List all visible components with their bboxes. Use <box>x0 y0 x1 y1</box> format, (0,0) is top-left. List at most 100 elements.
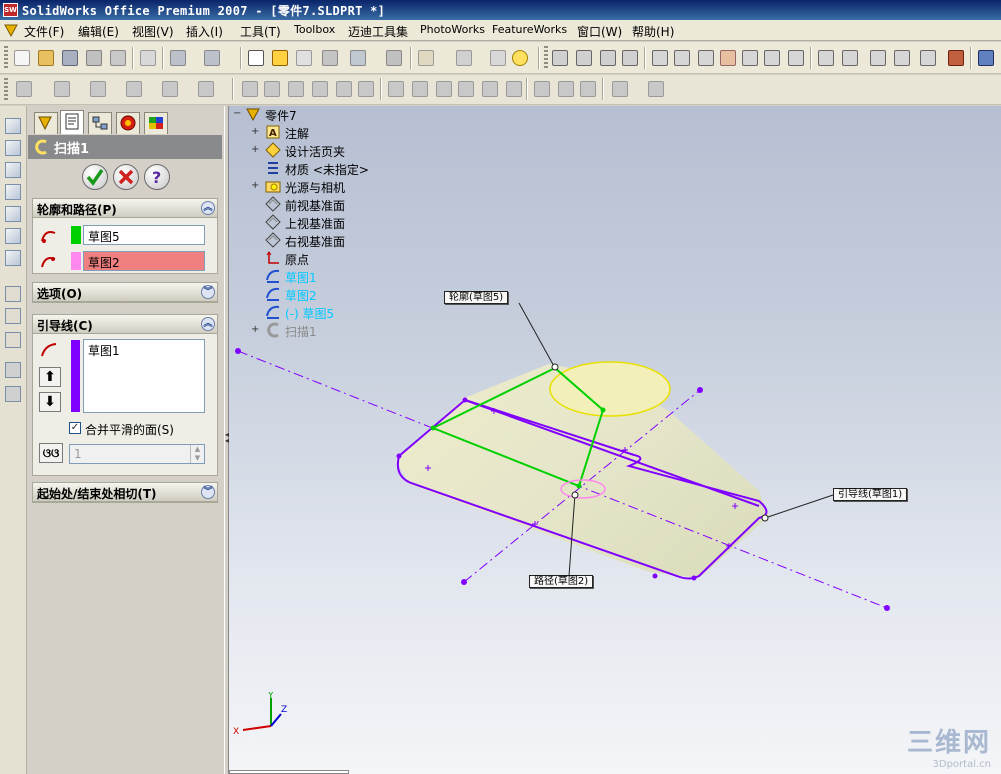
loft-icon[interactable] <box>126 81 142 97</box>
fillet-icon[interactable] <box>242 81 258 97</box>
save-icon[interactable] <box>62 50 78 66</box>
chain-icon[interactable] <box>894 50 910 66</box>
pin-icon[interactable] <box>698 50 714 66</box>
chevron-down-icon[interactable]: ︾ <box>201 285 215 299</box>
select-arrow-icon[interactable] <box>248 50 264 66</box>
shell-icon[interactable] <box>288 81 304 97</box>
tangency-header[interactable]: 起始处/结束处相切(T) ︾ <box>33 483 217 502</box>
print-icon[interactable] <box>86 50 102 66</box>
shaft-icon[interactable] <box>600 50 616 66</box>
menu-file[interactable]: 文件(F) <box>24 23 64 40</box>
help-icon[interactable] <box>512 50 528 66</box>
tab-appearance[interactable] <box>144 112 168 134</box>
revolved-boss-icon[interactable] <box>5 140 21 156</box>
lofted-boss-icon[interactable] <box>5 184 21 200</box>
offset-surface-icon[interactable] <box>458 81 474 97</box>
swept-cut-icon[interactable] <box>5 250 21 266</box>
new-file-icon[interactable] <box>14 50 30 66</box>
chevron-up-icon[interactable]: ︽ <box>201 201 215 215</box>
chevron-down-icon[interactable]: ︾ <box>201 485 215 499</box>
surface-icon[interactable] <box>412 81 428 97</box>
spinner-arrows-icon[interactable]: ▲ ▼ <box>190 445 204 463</box>
hole-icon[interactable] <box>576 50 592 66</box>
options-icon[interactable] <box>296 50 312 66</box>
menu-edit[interactable]: 编辑(E) <box>78 23 119 40</box>
spring-icon[interactable] <box>622 50 638 66</box>
tab-feature-manager[interactable] <box>34 112 58 134</box>
show-sections-button[interactable]: ଓଓ <box>39 443 63 463</box>
options-header[interactable]: 选项(O) ︾ <box>33 283 217 302</box>
menu-toolbox[interactable]: Toolbox <box>294 23 335 36</box>
bearing-icon[interactable] <box>870 50 886 66</box>
tab-configuration-manager[interactable] <box>88 112 112 134</box>
rebuild-icon[interactable] <box>272 50 288 66</box>
guide-curves-header[interactable]: 引导线(C) ︽ <box>33 315 217 334</box>
menu-window[interactable]: 窗口(W) <box>577 23 622 40</box>
chevron-up-icon[interactable]: ︽ <box>201 317 215 331</box>
help-button[interactable]: ? <box>144 164 170 190</box>
seal-icon[interactable] <box>842 50 858 66</box>
ok-button[interactable] <box>82 164 108 190</box>
move-up-button[interactable]: ⬆ <box>39 367 61 387</box>
menu-photoworks[interactable]: PhotoWorks <box>420 23 485 36</box>
section-spinner[interactable]: 1 ▲ ▼ <box>69 444 205 464</box>
sketch-tools-icon[interactable] <box>350 50 366 66</box>
copy-icon[interactable] <box>5 362 21 378</box>
move-icon[interactable] <box>386 50 402 66</box>
key-icon[interactable] <box>818 50 834 66</box>
circular-pattern-icon[interactable] <box>558 81 574 97</box>
menu-view[interactable]: 视图(V) <box>132 23 174 40</box>
dimension-icon[interactable] <box>552 50 568 66</box>
view-orientation-icon[interactable] <box>418 50 434 66</box>
display-style-icon[interactable] <box>456 50 472 66</box>
menu-help[interactable]: 帮助(H) <box>632 23 674 40</box>
move-down-button[interactable]: ⬇ <box>39 392 61 412</box>
open-file-icon[interactable] <box>38 50 54 66</box>
profile-path-header[interactable]: 轮廓和路径(P) ︽ <box>33 199 217 218</box>
knit-icon[interactable] <box>482 81 498 97</box>
plane-icon[interactable] <box>162 81 178 97</box>
sweep-tool-icon[interactable] <box>90 81 106 97</box>
tab-photoworks[interactable] <box>116 112 140 134</box>
toolbar-grip[interactable] <box>4 46 8 70</box>
menu-featureworks[interactable]: FeatureWorks <box>492 23 567 36</box>
profile-field[interactable]: 草图5 <box>83 225 205 245</box>
rib-icon[interactable] <box>312 81 328 97</box>
sketch-icon[interactable] <box>5 286 21 302</box>
path-callout[interactable]: 路径(草图2) <box>529 575 594 588</box>
menu-tools[interactable]: 工具(T) <box>240 23 281 40</box>
list-item[interactable]: 草图1 <box>88 342 120 359</box>
dome-icon[interactable] <box>358 81 374 97</box>
wire-icon[interactable] <box>920 50 936 66</box>
thicken-icon[interactable] <box>436 81 452 97</box>
draft-icon[interactable] <box>336 81 352 97</box>
menu-maidi-tools[interactable]: 迈迪工具集 <box>348 23 408 40</box>
cancel-button[interactable] <box>113 164 139 190</box>
extruded-cut-icon[interactable] <box>5 206 21 222</box>
model-tab[interactable] <box>229 770 349 774</box>
revolve-icon[interactable] <box>54 81 70 97</box>
tab-property-manager[interactable] <box>60 110 84 134</box>
nut-icon[interactable] <box>674 50 690 66</box>
paste-icon[interactable] <box>5 386 21 402</box>
extrude-icon[interactable] <box>16 81 32 97</box>
merge-faces-checkbox[interactable]: ✓ <box>69 422 81 434</box>
reference-icon[interactable] <box>198 81 214 97</box>
weld-icon[interactable] <box>720 50 736 66</box>
solid-body-icon[interactable] <box>388 81 404 97</box>
trim-icon[interactable] <box>506 81 522 97</box>
linear-pattern-icon[interactable] <box>534 81 550 97</box>
cut-icon[interactable] <box>140 50 156 66</box>
menu-insert[interactable]: 插入(I) <box>186 23 223 40</box>
toolbar-grip[interactable] <box>4 78 8 102</box>
swept-boss-icon[interactable] <box>5 162 21 178</box>
toolbox-icon[interactable] <box>978 50 994 66</box>
toolbar-grip[interactable] <box>544 46 548 70</box>
path-field[interactable]: 草图2 <box>83 251 205 271</box>
smart-dimension-icon[interactable] <box>5 332 21 348</box>
redo-icon[interactable] <box>204 50 220 66</box>
chamfer-icon[interactable] <box>264 81 280 97</box>
profile-callout[interactable]: 轮廓(草图5) <box>444 291 509 304</box>
curve-icon[interactable] <box>648 81 664 97</box>
angle-icon[interactable] <box>788 50 804 66</box>
